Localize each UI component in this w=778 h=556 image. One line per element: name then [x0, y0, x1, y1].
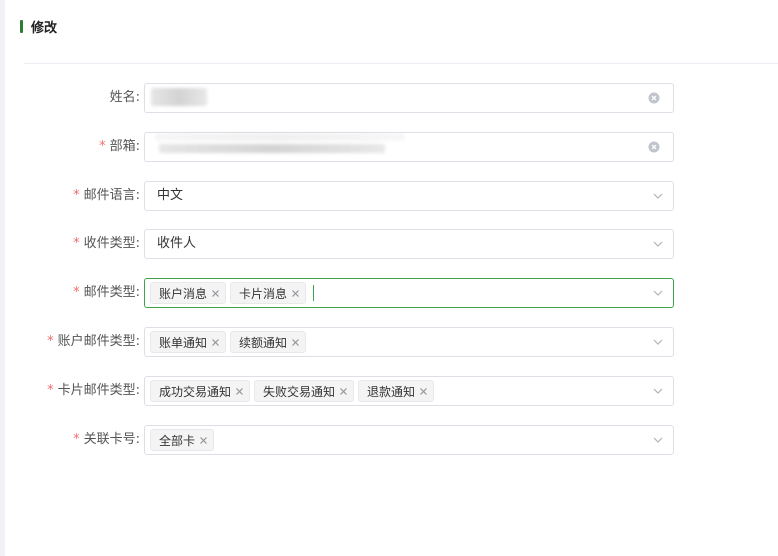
clear-icon[interactable]	[648, 92, 660, 104]
chevron-down-icon[interactable]	[652, 434, 664, 446]
account-mail-type-tags: 账单通知 续额通知	[150, 331, 307, 353]
clear-icon[interactable]	[648, 141, 660, 153]
mail-type-tags: 账户消息 卡片消息	[150, 282, 315, 304]
required-star: *	[73, 236, 80, 251]
form-row-mail-type: * 邮件类型: 账户消息 卡片消息	[0, 278, 778, 308]
card-mail-type-label-text: 卡片邮件类型:	[57, 383, 140, 398]
required-star: *	[73, 432, 80, 447]
required-star: *	[73, 188, 80, 203]
close-icon[interactable]	[235, 387, 244, 396]
page-header: 修改	[20, 14, 57, 38]
form-row-recipient-type: * 收件类型: 收件人	[0, 229, 778, 259]
close-icon[interactable]	[419, 387, 428, 396]
close-icon[interactable]	[211, 338, 220, 347]
recipient-type-select[interactable]: 收件人	[144, 229, 674, 259]
tag: 卡片消息	[230, 282, 307, 304]
tag: 续额通知	[230, 331, 307, 353]
form-row-card-mail-type: * 卡片邮件类型: 成功交易通知 失败交易通知 退款通知	[0, 376, 778, 406]
redacted-email	[159, 144, 385, 153]
chevron-down-icon[interactable]	[652, 287, 664, 299]
mail-type-label: * 邮件类型:	[0, 278, 140, 308]
mail-language-value: 中文	[157, 188, 184, 203]
name-label: 姓名:	[0, 83, 140, 113]
header-accent-bar	[20, 19, 23, 33]
close-icon[interactable]	[291, 289, 300, 298]
form-row-mail-language: * 邮件语言: 中文	[0, 181, 778, 211]
linked-card-multiselect[interactable]: 全部卡	[144, 425, 674, 455]
required-star: *	[73, 285, 80, 300]
tag-label: 全部卡	[159, 433, 196, 448]
form-row-name: 姓名:	[0, 83, 778, 113]
page-title: 修改	[31, 20, 58, 36]
account-mail-type-multiselect[interactable]: 账单通知 续额通知	[144, 327, 674, 357]
required-star: *	[47, 383, 54, 398]
name-label-text: 姓名:	[109, 90, 140, 105]
tag-label: 续额通知	[239, 335, 288, 350]
account-mail-type-label: * 账户邮件类型:	[0, 327, 140, 357]
email-input[interactable]	[144, 132, 674, 162]
tag: 退款通知	[358, 380, 435, 402]
tag-label: 账单通知	[159, 335, 208, 350]
close-icon[interactable]	[211, 289, 220, 298]
chevron-down-icon[interactable]	[652, 336, 664, 348]
card-mail-type-tags: 成功交易通知 失败交易通知 退款通知	[150, 380, 435, 402]
mail-language-label: * 邮件语言:	[0, 181, 140, 211]
tag-label: 失败交易通知	[263, 384, 336, 399]
form-row-email: * 部箱:	[0, 132, 778, 162]
close-icon[interactable]	[199, 436, 208, 445]
tag-label: 成功交易通知	[159, 384, 232, 399]
card-mail-type-label: * 卡片邮件类型:	[0, 376, 140, 406]
linked-card-label-text: 关联卡号:	[83, 432, 140, 447]
tag: 全部卡	[150, 429, 215, 451]
recipient-type-label: * 收件类型:	[0, 229, 140, 259]
redacted-name	[151, 88, 207, 106]
required-star: *	[47, 334, 54, 349]
email-label: * 部箱:	[0, 132, 140, 162]
text-caret	[313, 285, 315, 301]
linked-card-label: * 关联卡号:	[0, 425, 140, 455]
name-input[interactable]	[144, 83, 674, 113]
email-label-text: 部箱:	[109, 139, 140, 154]
mail-language-select[interactable]: 中文	[144, 181, 674, 211]
recipient-type-label-text: 收件类型:	[83, 236, 140, 251]
tag: 失败交易通知	[254, 380, 355, 402]
mail-type-label-text: 邮件类型:	[83, 285, 140, 300]
header-divider	[24, 63, 778, 64]
form-row-linked-card: * 关联卡号: 全部卡	[0, 425, 778, 455]
tag: 账户消息	[150, 282, 227, 304]
tag-label: 账户消息	[159, 286, 208, 301]
linked-card-tags: 全部卡	[150, 429, 215, 451]
recipient-type-value: 收件人	[157, 236, 197, 251]
close-icon[interactable]	[339, 387, 348, 396]
tag-label: 退款通知	[367, 384, 416, 399]
card-mail-type-multiselect[interactable]: 成功交易通知 失败交易通知 退款通知	[144, 376, 674, 406]
close-icon[interactable]	[291, 338, 300, 347]
chevron-down-icon[interactable]	[652, 238, 664, 250]
tag: 成功交易通知	[150, 380, 251, 402]
chevron-down-icon[interactable]	[652, 190, 664, 202]
chevron-down-icon[interactable]	[652, 385, 664, 397]
redacted-email-top	[155, 133, 405, 141]
tag: 账单通知	[150, 331, 227, 353]
mail-language-label-text: 邮件语言:	[83, 188, 140, 203]
mail-type-multiselect[interactable]: 账户消息 卡片消息	[144, 278, 674, 308]
account-mail-type-label-text: 账户邮件类型:	[57, 334, 140, 349]
form-row-account-mail-type: * 账户邮件类型: 账单通知 续额通知	[0, 327, 778, 357]
required-star: *	[99, 139, 106, 154]
tag-label: 卡片消息	[239, 286, 288, 301]
